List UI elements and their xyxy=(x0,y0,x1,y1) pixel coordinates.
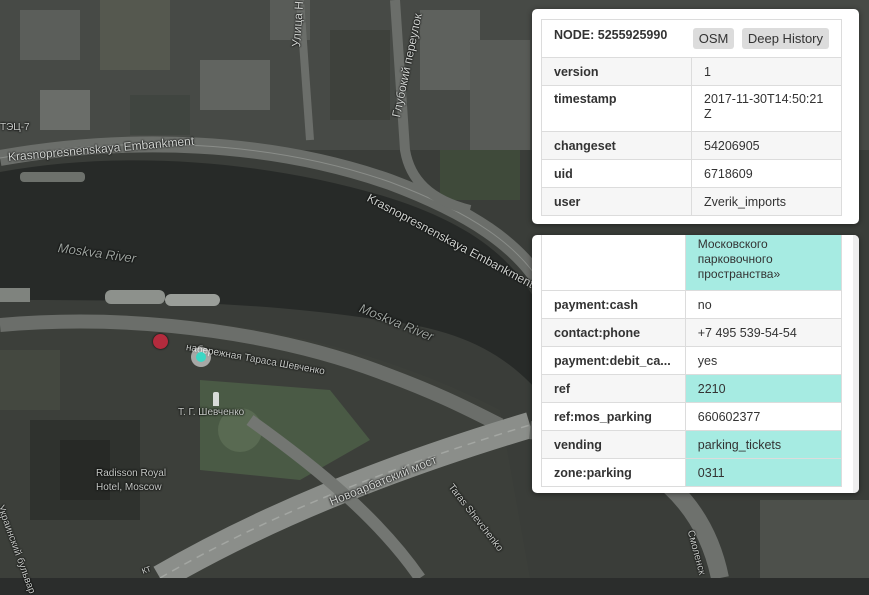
osm-button[interactable]: OSM xyxy=(692,28,735,49)
tag-key: payment:cash xyxy=(541,290,686,319)
tag-row: zone:parking 0311 xyxy=(541,458,843,487)
tags-table: Московского парковочного пространства» p… xyxy=(541,235,843,487)
node-row-user: user Zverik_imports xyxy=(541,187,842,216)
tag-value: parking_tickets xyxy=(684,430,843,459)
tags-panel[interactable]: Московского парковочного пространства» p… xyxy=(532,235,859,493)
tag-value: no xyxy=(684,290,843,319)
node-info-table: NODE: 5255925990 OSM Deep History versio… xyxy=(541,19,842,216)
node-value: 6718609 xyxy=(691,159,842,188)
tag-value: +7 495 539-54-54 xyxy=(684,318,843,347)
map-label-monument: Т. Г. Шевченко xyxy=(178,407,245,418)
node-key: changeset xyxy=(541,131,692,160)
tag-row: ref:mos_parking 660602377 xyxy=(541,402,843,431)
tag-value: yes xyxy=(684,346,843,375)
tag-key: ref xyxy=(541,374,686,403)
tag-key: ref:mos_parking xyxy=(541,402,686,431)
node-value[interactable]: Zverik_imports xyxy=(691,187,842,216)
tag-row: payment:debit_ca... yes xyxy=(541,346,843,375)
tag-key: vending xyxy=(541,430,686,459)
node-key: version xyxy=(541,57,692,86)
tag-row: payment:cash no xyxy=(541,290,843,319)
node-info-panel: NODE: 5255925990 OSM Deep History versio… xyxy=(532,9,859,224)
node-key: timestamp xyxy=(541,85,692,132)
map-marker-red[interactable] xyxy=(153,334,168,349)
tag-value: 2210 xyxy=(684,374,843,403)
tag-row: contact:phone +7 495 539-54-54 xyxy=(541,318,843,347)
map-label-hotel-line2: Hotel, Moscow xyxy=(96,482,162,493)
tag-row-partial: Московского парковочного пространства» xyxy=(541,235,843,291)
tag-value: Московского парковочного пространства» xyxy=(684,235,843,291)
node-row-timestamp: timestamp 2017-11-30T14:50:21Z xyxy=(541,85,842,132)
tag-row: ref 2210 xyxy=(541,374,843,403)
tag-row: vending parking_tickets xyxy=(541,430,843,459)
deep-history-button[interactable]: Deep History xyxy=(741,28,829,49)
map-label-hotel-line1: Radisson Royal xyxy=(96,468,167,479)
tags-scrollbar[interactable] xyxy=(853,235,859,493)
node-key: user xyxy=(541,187,692,216)
tag-value: 660602377 xyxy=(684,402,843,431)
node-row-uid: uid 6718609 xyxy=(541,159,842,188)
node-value: 2017-11-30T14:50:21Z xyxy=(691,85,842,132)
tag-key xyxy=(541,235,686,291)
monument-icon xyxy=(213,392,219,406)
map-marker-selected[interactable] xyxy=(191,347,211,367)
node-key: uid xyxy=(541,159,692,188)
node-value: 1 xyxy=(691,57,842,86)
tag-key: zone:parking xyxy=(541,458,686,487)
map-label-power-plant: ТЭЦ-7 xyxy=(0,122,30,133)
node-title: NODE: 5255925990 xyxy=(554,28,668,42)
node-value: 54206905 xyxy=(691,131,842,160)
tag-key: payment:debit_ca... xyxy=(541,346,686,375)
node-row-version: version 1 xyxy=(541,57,842,86)
node-row-changeset: changeset 54206905 xyxy=(541,131,842,160)
tag-value: 0311 xyxy=(684,458,843,487)
tag-key: contact:phone xyxy=(541,318,686,347)
